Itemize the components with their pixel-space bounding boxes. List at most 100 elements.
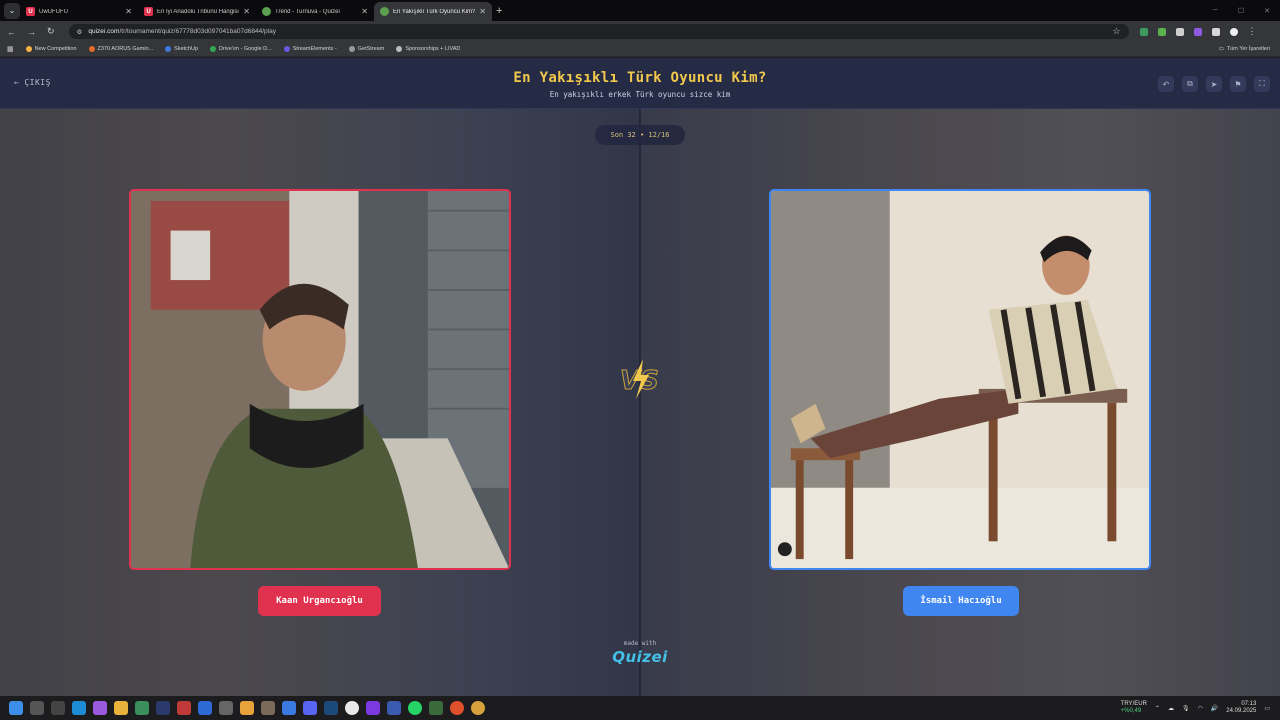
undo-icon[interactable]: ↶ <box>1158 76 1174 92</box>
contestant-card-right[interactable] <box>769 189 1151 570</box>
close-tab-icon[interactable]: ✕ <box>361 7 368 16</box>
new-tab-button[interactable]: + <box>496 5 502 17</box>
browser-tab-1[interactable]: U UwUFUFU ✕ <box>20 2 138 21</box>
contestant-name-button-left[interactable]: Kaan Urgancıoğlu <box>258 586 381 616</box>
bookmark-item[interactable]: Sponsorships + LIVAD <box>396 46 460 52</box>
edge-icon[interactable] <box>72 701 86 715</box>
app-icon[interactable] <box>450 701 464 715</box>
reload-icon[interactable]: ↻ <box>47 26 55 37</box>
chevron-up-icon[interactable]: ⌃ <box>1155 705 1160 712</box>
notification-icon[interactable]: ▭ <box>1264 705 1270 712</box>
folder-icon: ▭ <box>1218 46 1224 52</box>
tab-search-icon[interactable]: ⌄ <box>4 2 20 19</box>
app-icon[interactable] <box>366 701 380 715</box>
bookmark-label: SketchUp <box>174 46 199 52</box>
clock-date: 24.09.2025 <box>1226 708 1257 714</box>
minimize-icon[interactable]: ─ <box>1213 7 1218 15</box>
apps-grid-icon[interactable]: ▦ <box>7 45 14 53</box>
close-window-icon[interactable]: ✕ <box>1264 7 1270 15</box>
shield-icon[interactable] <box>1175 27 1184 36</box>
forward-icon[interactable]: → <box>27 27 36 37</box>
bookmark-item[interactable]: SketchUp <box>165 46 198 52</box>
app-icon[interactable] <box>387 701 401 715</box>
bookmark-item[interactable]: StreamElements - <box>283 46 337 52</box>
app-icon[interactable] <box>429 701 443 715</box>
contestant-photo-right <box>771 191 1149 568</box>
site-info-icon[interactable]: ⚙ <box>77 28 83 36</box>
chrome-icon[interactable] <box>345 701 359 715</box>
page-subtitle: En yakışıklı erkek Türk oyuncu sizce kim <box>549 90 731 99</box>
clock[interactable]: 07:13 24.09.2025 <box>1226 701 1256 715</box>
discord-icon[interactable] <box>303 701 317 715</box>
bookmark-item[interactable]: GetStream <box>348 46 384 52</box>
windows-start-icon[interactable] <box>9 701 23 715</box>
bookmark-favicon-icon <box>165 46 172 52</box>
extension-icon[interactable] <box>1157 27 1166 36</box>
contestant-name-button-right[interactable]: İsmail Hacıoğlu <box>903 586 1019 616</box>
browser-tab-2[interactable]: U En İyi Anadolu Tribünü Hangisi ✕ <box>138 2 256 21</box>
tab-title: Trend - Turnuva - Quizei <box>275 8 340 15</box>
url-host: quizei.com <box>88 28 120 35</box>
bookmark-label: Drive'ım - Google D... <box>219 46 272 52</box>
quizei-logo[interactable]: Quizei <box>600 648 680 666</box>
bookmark-star-icon[interactable]: ☆ <box>1112 26 1120 37</box>
menu-dots-icon[interactable]: ⋮ <box>1248 26 1257 37</box>
round-indicator: Son 32 • 12/16 <box>595 125 685 145</box>
browser-tab-3[interactable]: Trend - Turnuva - Quizei ✕ <box>256 2 374 21</box>
volume-icon[interactable]: 🔊 <box>1211 705 1218 712</box>
app-icon[interactable] <box>219 701 233 715</box>
photoshop-icon[interactable] <box>156 701 170 715</box>
all-bookmarks-folder[interactable]: ▭ Tüm Yer İşaretleri <box>1219 46 1280 52</box>
copy-icon[interactable]: ⧉ <box>1182 76 1198 92</box>
app-icon[interactable] <box>471 701 485 715</box>
search-icon[interactable] <box>30 701 44 715</box>
flag-icon[interactable]: ⚑ <box>1230 76 1246 92</box>
back-icon[interactable]: ← <box>7 27 16 37</box>
bookmark-favicon-icon <box>396 46 403 52</box>
cloud-icon[interactable]: ☁ <box>1168 705 1174 712</box>
browser-tab-active[interactable]: En Yakışıklı Türk Oyuncu Kim? ✕ <box>374 2 492 21</box>
app-icon[interactable] <box>261 701 275 715</box>
bookmark-label: Sponsorships + LIVAD <box>405 46 461 52</box>
folder-icon[interactable] <box>114 701 128 715</box>
profile-avatar[interactable] <box>1229 27 1238 36</box>
whatsapp-icon[interactable] <box>408 701 422 715</box>
extension-icon[interactable] <box>1193 27 1202 36</box>
app-icon[interactable] <box>198 701 212 715</box>
bookmark-item[interactable]: New Competition <box>25 46 77 52</box>
extension-icon[interactable] <box>1139 27 1148 36</box>
bookmark-item[interactable]: Drive'ım - Google D... <box>210 46 272 52</box>
app-icon[interactable] <box>282 701 296 715</box>
app-icon[interactable] <box>135 701 149 715</box>
close-tab-icon[interactable]: ✕ <box>479 7 486 16</box>
steam-icon[interactable] <box>324 701 338 715</box>
bookmark-label: Tüm Yer İşaretleri <box>1226 46 1270 52</box>
puzzle-icon[interactable] <box>1211 27 1220 36</box>
tab-favicon-icon <box>262 7 271 16</box>
app-icon[interactable] <box>240 701 254 715</box>
currency-widget[interactable]: TRY/EUR +%0,49 <box>1121 701 1147 715</box>
app-icon[interactable] <box>93 701 107 715</box>
contestant-photo-left <box>131 191 509 568</box>
quiz-header: ← ÇIKIŞ En Yakışıklı Türk Oyuncu Kim? En… <box>0 58 1280 109</box>
url-input[interactable]: ⚙ quizei.com/tr/tournament/quiz/67778d03… <box>68 24 1129 39</box>
bookmark-label: Z370 AORUS Gamin... <box>97 46 154 52</box>
system-tray: TRY/EUR +%0,49 ⌃ ☁ 🎙 ◠ 🔊 07:13 24.09.202… <box>1121 701 1280 715</box>
close-tab-icon[interactable]: ✕ <box>125 7 132 16</box>
contestant-card-left[interactable] <box>129 189 511 570</box>
wifi-icon[interactable]: ◠ <box>1198 705 1203 712</box>
close-tab-icon[interactable]: ✕ <box>243 7 250 16</box>
quiz-app: ← ÇIKIŞ En Yakışıklı Türk Oyuncu Kim? En… <box>0 58 1280 696</box>
address-bar-row: ← → ↻ ⚙ quizei.com/tr/tournament/quiz/67… <box>0 21 1280 42</box>
tab-favicon-icon: U <box>144 7 153 16</box>
window-controls: ─ ☐ ✕ <box>1213 7 1280 15</box>
tab-favicon-icon <box>380 7 389 16</box>
share-icon[interactable]: ➤ <box>1206 76 1222 92</box>
maximize-icon[interactable]: ☐ <box>1238 7 1244 15</box>
bookmark-item[interactable]: Z370 AORUS Gamin... <box>88 46 154 52</box>
task-view-icon[interactable] <box>51 701 65 715</box>
app-icon[interactable] <box>177 701 191 715</box>
os-taskbar: TRY/EUR +%0,49 ⌃ ☁ 🎙 ◠ 🔊 07:13 24.09.202… <box>0 696 1280 720</box>
microphone-icon[interactable]: 🎙 <box>1182 705 1190 712</box>
fullscreen-icon[interactable]: ⛶ <box>1254 76 1270 92</box>
